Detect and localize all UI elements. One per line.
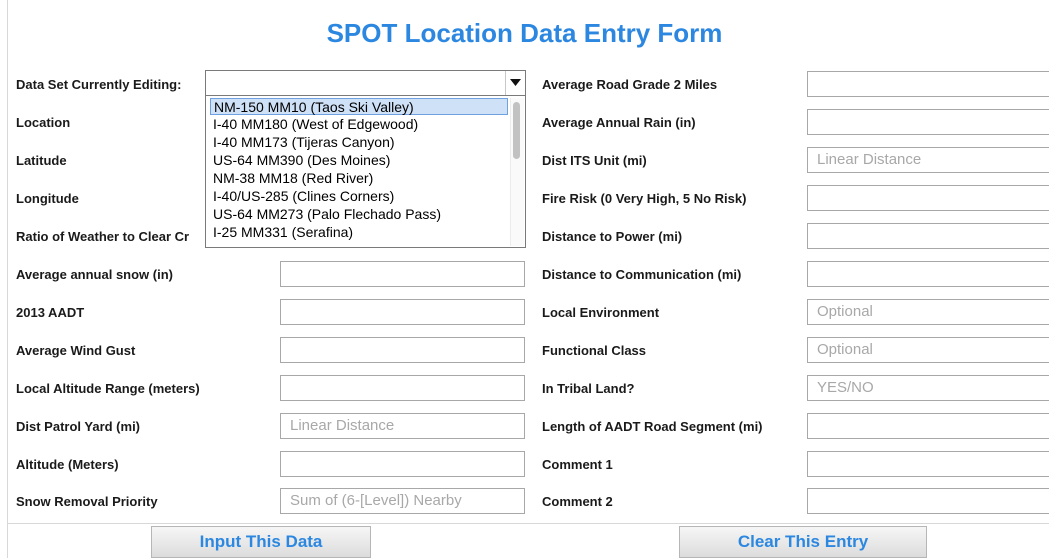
local-environment-input[interactable]: Optional <box>807 299 1049 325</box>
aadt-input[interactable] <box>280 299 525 325</box>
label-longitude: Longitude <box>16 191 79 206</box>
chevron-down-icon <box>510 79 521 86</box>
label-comment-2: Comment 2 <box>542 494 613 509</box>
input-data-button[interactable]: Input This Data <box>151 526 371 558</box>
label-altitude-range: Local Altitude Range (meters) <box>16 381 200 396</box>
dataset-option[interactable]: I-40 MM180 (West of Edgewood) <box>210 116 418 133</box>
label-dist-patrol-yard: Dist Patrol Yard (mi) <box>16 419 141 434</box>
label-wind-gust: Average Wind Gust <box>16 343 136 358</box>
label-data-set-editing: Data Set Currently Editing: <box>16 77 182 92</box>
altitude-input[interactable] <box>280 451 525 477</box>
altitude-range-input[interactable] <box>280 375 525 401</box>
comment-1-input[interactable] <box>807 451 1049 477</box>
aadt-segment-input[interactable] <box>807 413 1049 439</box>
label-annual-snow: Average annual snow (in) <box>16 267 173 282</box>
label-altitude: Altitude (Meters) <box>16 457 119 472</box>
label-location: Location <box>16 115 71 130</box>
dataset-option[interactable]: I-40/US-285 (Clines Corners) <box>210 188 394 205</box>
annual-snow-input[interactable] <box>280 261 525 287</box>
dataset-select[interactable] <box>205 70 526 96</box>
form-frame: SPOT Location Data Entry Form Data Set C… <box>0 0 1049 558</box>
distance-power-input[interactable] <box>807 223 1049 249</box>
label-aadt: 2013 AADT <box>16 305 85 320</box>
dataset-select-toggle[interactable] <box>505 71 525 95</box>
label-comment-1: Comment 1 <box>542 457 613 472</box>
label-distance-power: Distance to Power (mi) <box>542 229 683 244</box>
dataset-option[interactable]: US-64 MM390 (Des Moines) <box>210 152 390 169</box>
dataset-dropdown-list[interactable]: NM-150 MM10 (Taos Ski Valley) I-40 MM180… <box>205 96 526 248</box>
dist-its-unit-input[interactable]: Linear Distance <box>807 147 1049 173</box>
dist-patrol-yard-input[interactable]: Linear Distance <box>280 413 525 439</box>
comment-2-input[interactable] <box>807 488 1049 514</box>
form-title: SPOT Location Data Entry Form <box>326 18 723 48</box>
frame-left-border <box>7 0 8 558</box>
frame-bottom-divider <box>7 523 1049 524</box>
road-grade-input[interactable] <box>807 71 1049 97</box>
fire-risk-input[interactable] <box>807 185 1049 211</box>
label-road-grade: Average Road Grade 2 Miles <box>542 77 718 92</box>
label-functional-class: Functional Class <box>542 343 647 358</box>
label-dist-its-unit: Dist ITS Unit (mi) <box>542 153 647 168</box>
label-aadt-segment: Length of AADT Road Segment (mi) <box>542 419 763 434</box>
annual-rain-input[interactable] <box>807 109 1049 135</box>
label-fire-risk: Fire Risk (0 Very High, 5 No Risk) <box>542 191 747 206</box>
wind-gust-input[interactable] <box>280 337 525 363</box>
tribal-land-input[interactable]: YES/NO <box>807 375 1049 401</box>
clear-entry-button[interactable]: Clear This Entry <box>679 526 927 558</box>
dataset-option[interactable]: US-64 MM273 (Palo Flechado Pass) <box>210 206 441 223</box>
dataset-option[interactable]: NM-38 MM18 (Red River) <box>210 170 373 187</box>
label-annual-rain: Average Annual Rain (in) <box>542 115 696 130</box>
snow-removal-input[interactable]: Sum of (6-[Level]) Nearby <box>280 488 525 514</box>
label-snow-removal: Snow Removal Priority <box>16 494 158 509</box>
distance-communication-input[interactable] <box>807 261 1049 287</box>
dataset-option[interactable]: I-40 MM173 (Tijeras Canyon) <box>210 134 395 151</box>
label-latitude: Latitude <box>16 153 67 168</box>
label-local-environment: Local Environment <box>542 305 660 320</box>
dataset-option[interactable]: I-25 MM331 (Serafina) <box>210 224 353 241</box>
label-tribal-land: In Tribal Land? <box>542 381 635 396</box>
functional-class-input[interactable]: Optional <box>807 337 1049 363</box>
label-ratio-weather: Ratio of Weather to Clear Cr <box>16 229 190 244</box>
dropdown-scrollbar[interactable] <box>510 98 524 246</box>
dropdown-scroll-thumb[interactable] <box>513 102 520 159</box>
dataset-option[interactable]: NM-150 MM10 (Taos Ski Valley) <box>210 98 508 115</box>
label-distance-communication: Distance to Communication (mi) <box>542 267 742 282</box>
